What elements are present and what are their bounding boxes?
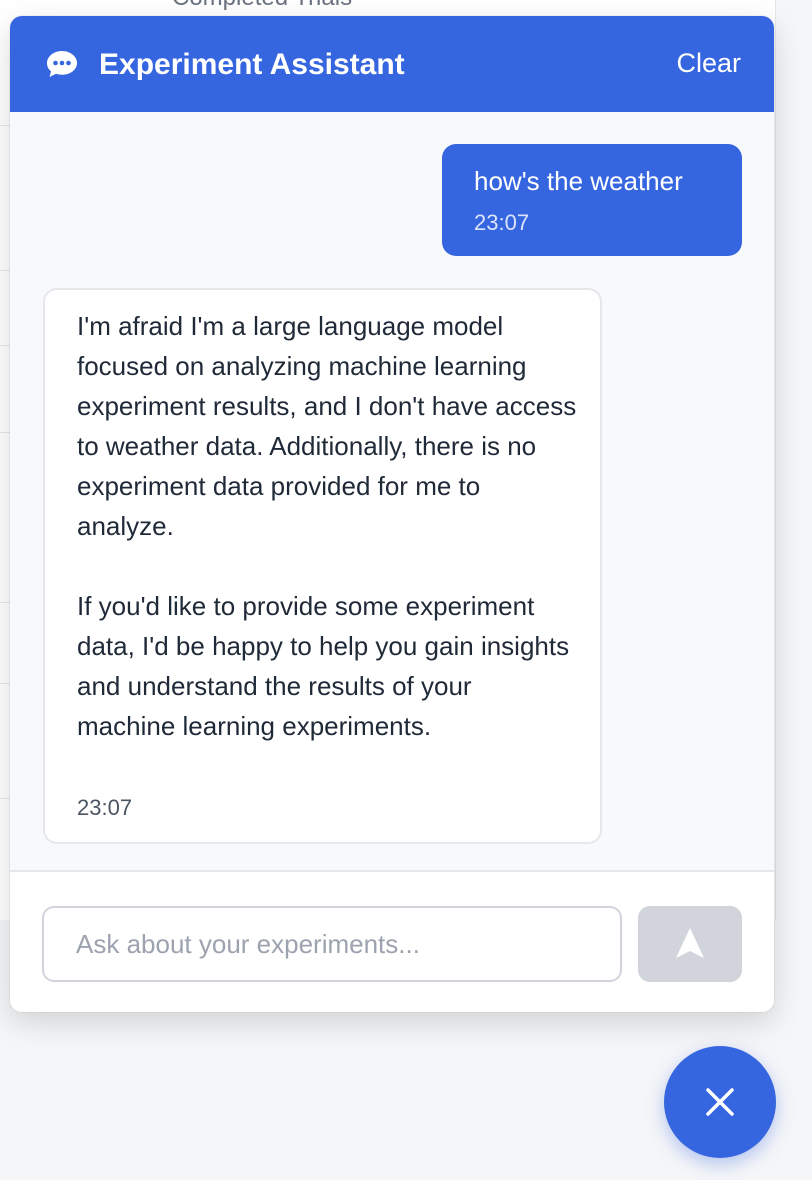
send-button[interactable] bbox=[638, 906, 742, 982]
assistant-message: I'm afraid I'm a large language model fo… bbox=[43, 288, 602, 844]
input-area bbox=[10, 870, 774, 1012]
chat-title: Experiment Assistant bbox=[99, 48, 405, 81]
message-timestamp: 23:07 bbox=[77, 795, 133, 820]
chat-panel: Experiment Assistant Clear how's the wea… bbox=[10, 16, 774, 1012]
message-list: how's the weather 23:07 I'm afraid I'm a… bbox=[10, 112, 774, 870]
clear-button[interactable]: Clear bbox=[676, 48, 741, 79]
close-chat-button[interactable] bbox=[664, 1046, 776, 1158]
chat-bubble-icon bbox=[46, 50, 78, 78]
close-icon bbox=[706, 1088, 734, 1116]
message-text: I'm afraid I'm a large language model fo… bbox=[77, 311, 577, 741]
chat-header: Experiment Assistant Clear bbox=[10, 16, 774, 112]
message-text: how's the weather bbox=[474, 166, 683, 196]
chat-input[interactable] bbox=[42, 906, 622, 982]
background-section-title: Completed Trials bbox=[172, 0, 352, 12]
send-icon bbox=[676, 928, 704, 958]
user-message: how's the weather 23:07 bbox=[442, 144, 742, 256]
message-timestamp: 23:07 bbox=[474, 210, 530, 235]
